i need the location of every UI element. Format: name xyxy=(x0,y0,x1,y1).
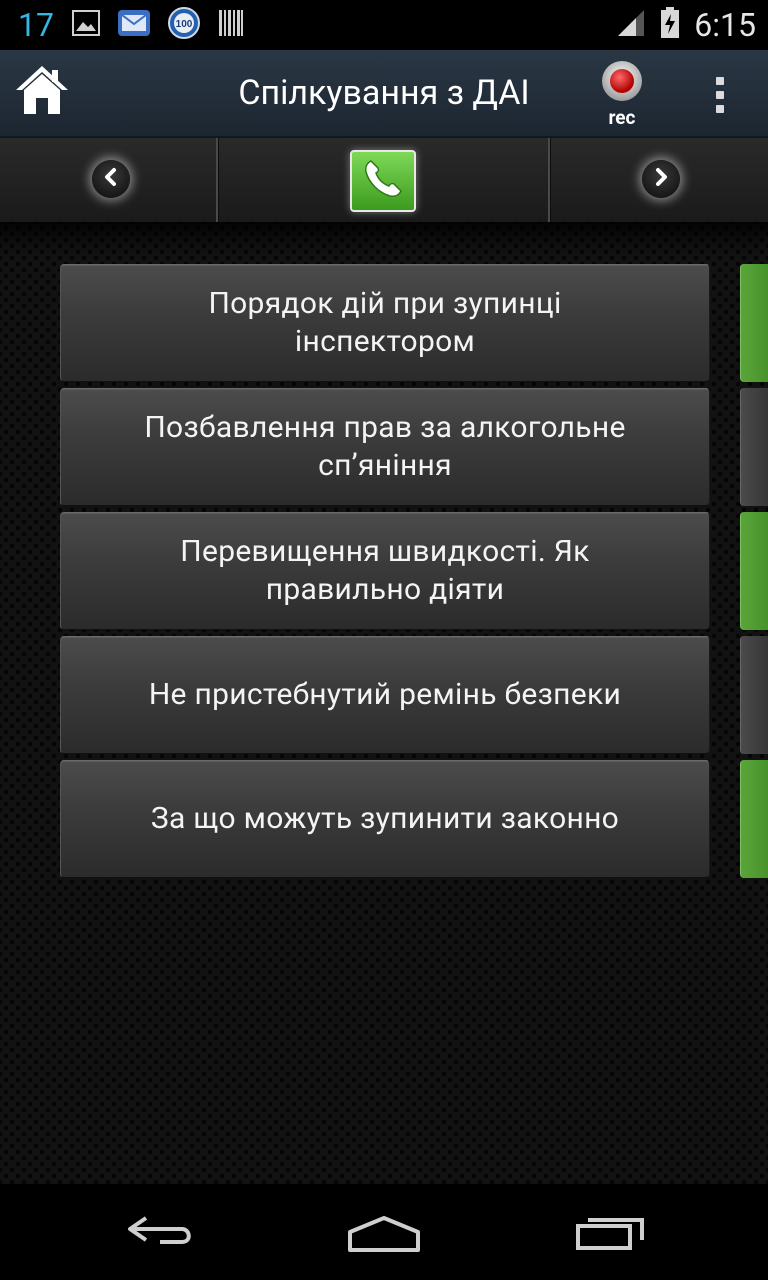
next-tab-button[interactable] xyxy=(642,160,680,198)
back-icon xyxy=(120,1208,200,1260)
next-page-preview xyxy=(740,512,768,630)
topic-button-seatbelt[interactable]: Не пристебнутий ремінь безпеки xyxy=(60,636,710,754)
recent-apps-icon xyxy=(570,1208,650,1260)
topic-list: Порядок дій при зупинці інспектором Позб… xyxy=(60,264,710,884)
battery-charging-icon xyxy=(660,7,680,43)
next-page-preview xyxy=(740,264,768,382)
previous-tab-button[interactable] xyxy=(92,160,130,198)
home-outline-icon xyxy=(344,1208,424,1260)
phone-icon xyxy=(361,157,405,205)
notification-count: 17 xyxy=(18,6,54,44)
next-page-preview xyxy=(740,388,768,506)
content-area: Порядок дій при зупинці інспектором Позб… xyxy=(0,222,768,1184)
topic-label: Перевищення швидкості. Як правильно діят… xyxy=(180,534,590,607)
topic-button-license-revocation[interactable]: Позбавлення прав за алкогольне сп’яніння xyxy=(60,388,710,506)
overflow-dot xyxy=(716,91,724,99)
overflow-dot xyxy=(716,105,724,113)
chevron-right-icon xyxy=(651,167,671,191)
tab-phone[interactable] xyxy=(350,150,416,212)
topic-button-speeding[interactable]: Перевищення швидкості. Як правильно діят… xyxy=(60,512,710,630)
record-icon xyxy=(601,60,643,106)
status-bar: 17 100 6:15 xyxy=(0,0,768,50)
next-page-preview xyxy=(740,760,768,878)
clock: 6:15 xyxy=(694,6,756,44)
topic-label: Порядок дій при зупинці інспектором xyxy=(208,286,562,359)
back-button[interactable] xyxy=(120,1208,200,1256)
recent-apps-button[interactable] xyxy=(570,1208,650,1256)
record-label: rec xyxy=(608,106,636,129)
system-navigation-bar xyxy=(0,1184,768,1280)
tab-divider xyxy=(216,138,219,222)
next-page-preview xyxy=(740,636,768,754)
topic-button-stop-procedure[interactable]: Порядок дій при зупинці інспектором xyxy=(60,264,710,382)
chevron-left-icon xyxy=(101,167,121,191)
topic-button-legal-stop[interactable]: За що можуть зупинити законно xyxy=(60,760,710,878)
email-icon xyxy=(117,10,150,40)
overflow-dot xyxy=(716,77,724,85)
action-bar: Спілкування з ДАІ rec xyxy=(0,50,768,138)
gallery-icon xyxy=(71,10,100,40)
topic-label: Не пристебнутий ремінь безпеки xyxy=(148,677,622,712)
page-title: Спілкування з ДАІ xyxy=(238,73,530,113)
tab-divider xyxy=(548,138,551,222)
topic-label: Позбавлення прав за алкогольне сп’яніння xyxy=(144,410,626,483)
overflow-menu-button[interactable] xyxy=(698,68,742,122)
home-nav-button[interactable] xyxy=(344,1208,424,1256)
topic-label: За що можуть зупинити законно xyxy=(150,801,620,836)
battery-saver-100-icon: 100 xyxy=(167,7,200,43)
system-status-area: 6:15 xyxy=(616,0,756,50)
record-button[interactable]: rec xyxy=(592,60,652,130)
barcode-icon xyxy=(218,9,244,41)
app-screen: 17 100 6:15 Спілкування з ДАІ rec Порядо… xyxy=(0,0,768,1280)
notification-area: 17 100 xyxy=(18,0,244,50)
home-button[interactable] xyxy=(12,60,78,126)
signal-icon xyxy=(616,8,646,42)
home-icon xyxy=(12,60,72,124)
svg-text:100: 100 xyxy=(176,19,193,30)
